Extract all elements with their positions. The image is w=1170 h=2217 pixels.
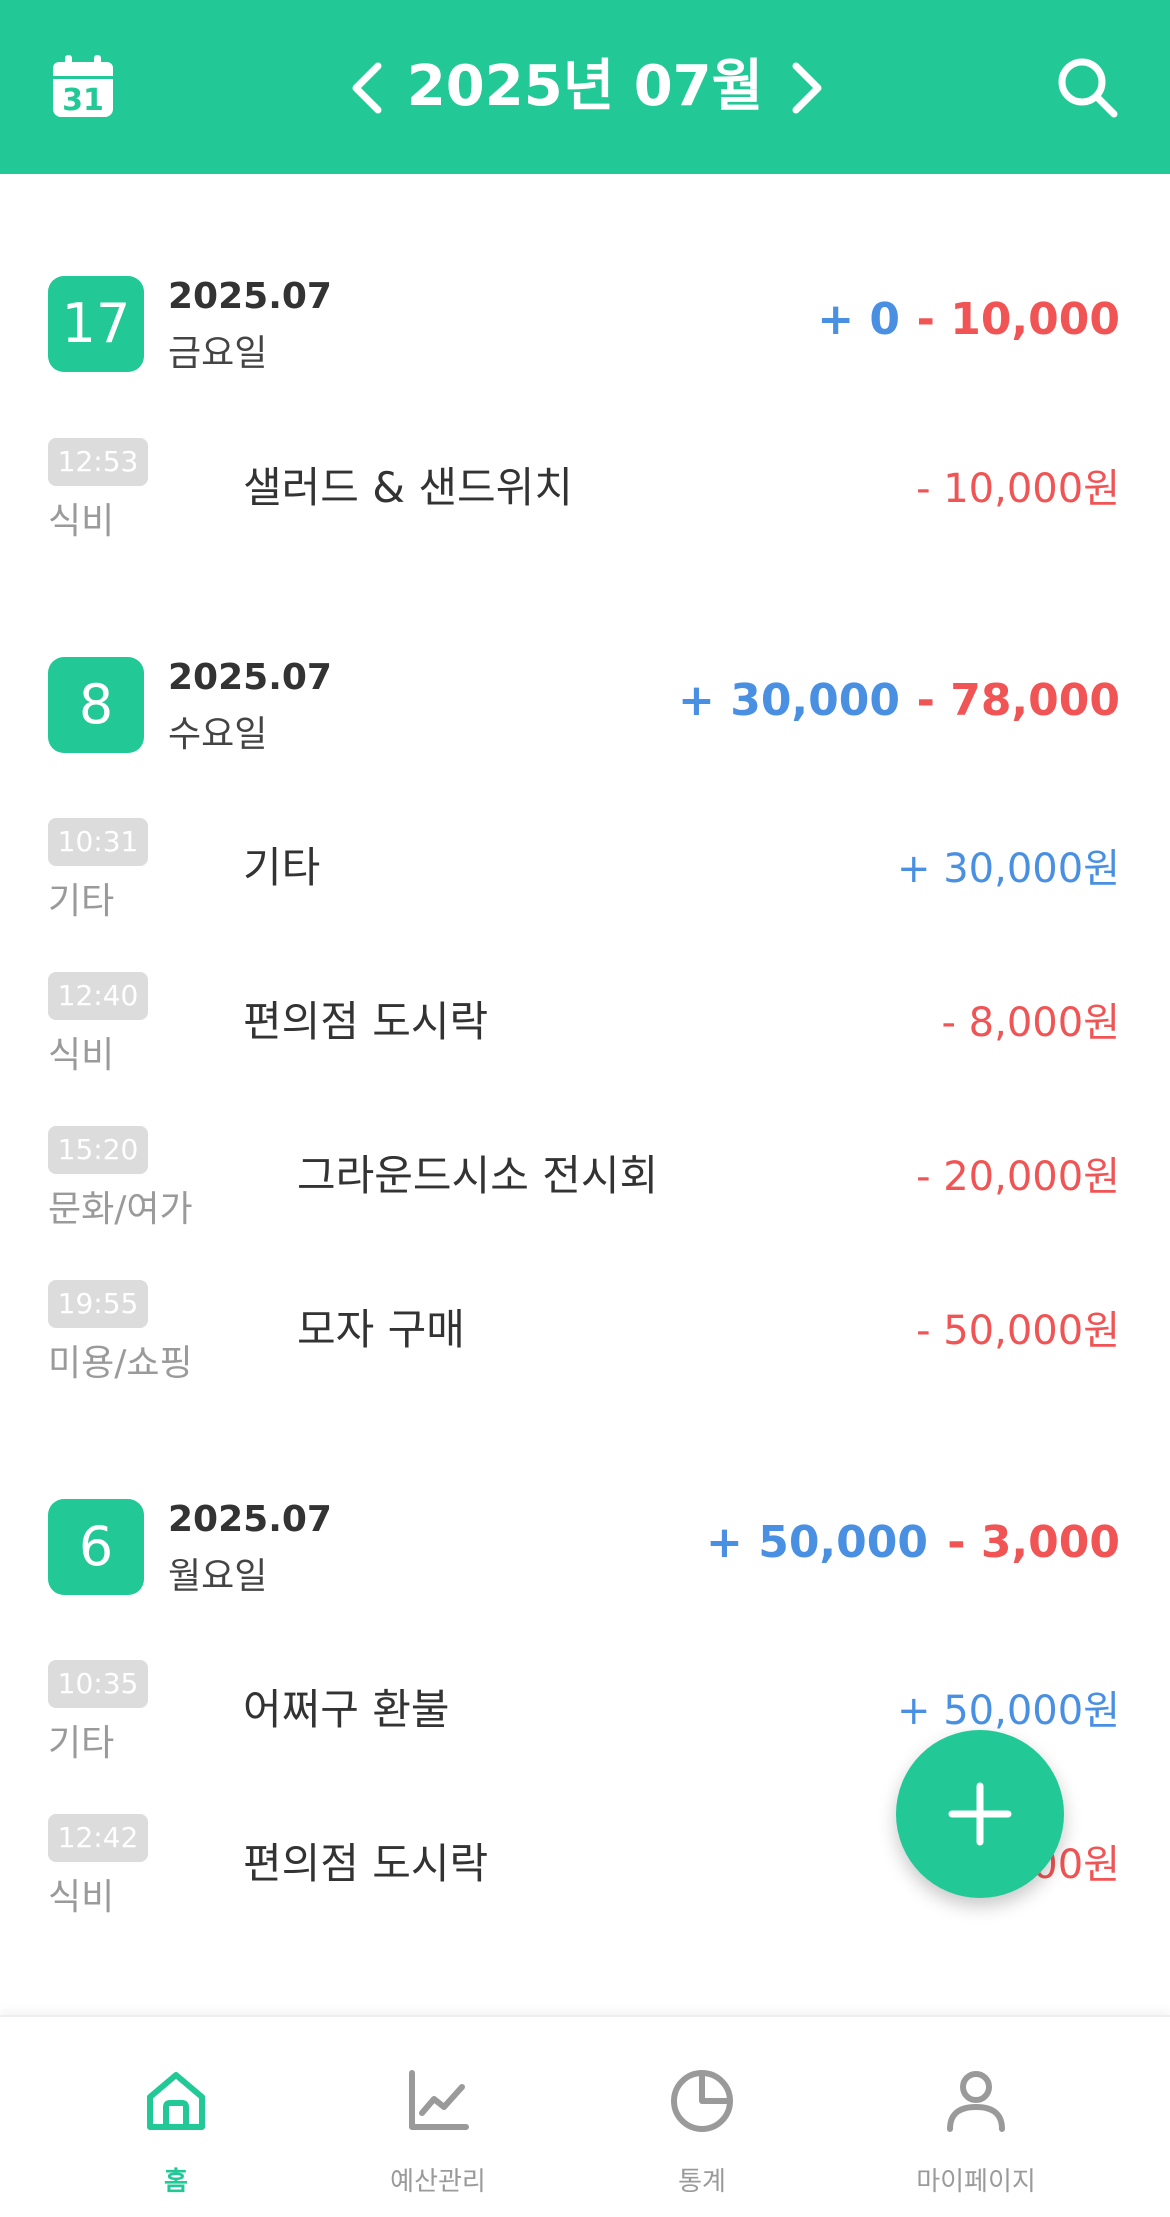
transaction-category: 식비 xyxy=(48,1035,115,1076)
transaction-category: 식비 xyxy=(48,501,115,542)
day-header: 6 2025.07 월요일 + 50,000 - 3,000 xyxy=(0,1495,1170,1597)
calendar-icon[interactable]: 31 xyxy=(50,54,116,120)
nav-home[interactable]: 홈 xyxy=(66,2017,286,2217)
transaction-row[interactable]: 12:53 식비 샐러드 & 샌드위치 - 10,000원 xyxy=(0,438,1170,548)
nav-label: 예산관리 xyxy=(390,2167,486,2197)
transaction-row[interactable]: 12:40 식비 편의점 도시락 - 8,000원 xyxy=(0,972,1170,1082)
transaction-time: 12:53 xyxy=(48,438,148,486)
add-transaction-button[interactable] xyxy=(896,1730,1064,1898)
day-year-month: 2025.07 xyxy=(168,1499,332,1540)
transaction-amount: + 50,000원 xyxy=(897,1688,1120,1734)
transaction-title: 그라운드시소 전시회 xyxy=(297,1151,659,1200)
day-year-month: 2025.07 xyxy=(168,657,332,698)
day-year-month: 2025.07 xyxy=(168,276,332,317)
day-header: 8 2025.07 수요일 + 30,000 - 78,000 xyxy=(0,653,1170,755)
transaction-amount: - 20,000원 xyxy=(916,1154,1120,1200)
day-weekday: 월요일 xyxy=(168,1556,268,1597)
transaction-title: 어쩌구 환불 xyxy=(243,1685,450,1734)
svg-text:31: 31 xyxy=(62,83,104,118)
transaction-title: 모자 구매 xyxy=(297,1305,465,1354)
transaction-amount: - 50,000원 xyxy=(916,1308,1120,1354)
transaction-row[interactable]: 19:55 미용/쇼핑 모자 구매 - 50,000원 xyxy=(0,1280,1170,1390)
day-expense-total: - 10,000 xyxy=(916,294,1120,345)
day-weekday: 수요일 xyxy=(168,714,268,755)
transaction-category: 미용/쇼핑 xyxy=(48,1343,193,1384)
transaction-row[interactable]: 10:31 기타 기타 + 30,000원 xyxy=(0,818,1170,928)
transaction-amount: - 8,000원 xyxy=(941,1000,1120,1046)
day-expense-total: - 3,000 xyxy=(947,1517,1120,1568)
day-income-total: + 50,000 xyxy=(706,1517,928,1568)
nav-label: 홈 xyxy=(164,2167,188,2197)
user-icon xyxy=(947,2071,1005,2132)
home-icon xyxy=(147,2072,205,2130)
line-chart-icon xyxy=(409,2070,469,2130)
transaction-time: 12:42 xyxy=(48,1814,148,1862)
top-app-bar: 31 2025년 07월 xyxy=(0,0,1170,174)
day-header: 17 2025.07 금요일 + 0 - 10,000 xyxy=(0,272,1170,374)
day-expense-total: - 78,000 xyxy=(916,675,1120,726)
transaction-time: 19:55 xyxy=(48,1280,148,1328)
transaction-category: 식비 xyxy=(48,1877,115,1918)
nav-label: 마이페이지 xyxy=(916,2167,1036,2197)
search-icon[interactable] xyxy=(1054,54,1120,120)
transaction-category: 기타 xyxy=(48,1723,115,1764)
day-badge: 8 xyxy=(48,657,144,753)
bottom-navigation: 홈 예산관리 통계 마이페이지 xyxy=(0,2015,1170,2217)
transaction-time: 10:31 xyxy=(48,818,148,866)
pie-chart-icon xyxy=(671,2070,733,2132)
nav-budget[interactable]: 예산관리 xyxy=(328,2017,548,2217)
nav-mypage[interactable]: 마이페이지 xyxy=(866,2017,1086,2217)
day-badge: 6 xyxy=(48,1499,144,1595)
day-income-total: + 30,000 xyxy=(678,675,900,726)
chevron-left-icon[interactable] xyxy=(344,60,394,116)
transaction-title: 편의점 도시락 xyxy=(243,1839,489,1888)
transaction-title: 기타 xyxy=(243,843,321,892)
transaction-amount: + 30,000원 xyxy=(897,846,1120,892)
day-weekday: 금요일 xyxy=(168,333,268,374)
transaction-title: 편의점 도시락 xyxy=(243,997,489,1046)
transaction-category: 기타 xyxy=(48,881,115,922)
nav-statistics[interactable]: 통계 xyxy=(592,2017,812,2217)
transaction-time: 10:35 xyxy=(48,1660,148,1708)
transaction-time: 12:40 xyxy=(48,972,148,1020)
transaction-title: 샐러드 & 샌드위치 xyxy=(243,463,573,512)
transaction-amount: - 10,000원 xyxy=(916,466,1120,512)
transaction-category: 문화/여가 xyxy=(48,1189,193,1230)
plus-icon xyxy=(948,1782,1012,1846)
month-title[interactable]: 2025년 07월 xyxy=(400,52,770,122)
nav-label: 통계 xyxy=(678,2167,726,2197)
chevron-right-icon[interactable] xyxy=(780,60,830,116)
day-income-total: + 0 xyxy=(817,294,900,345)
transaction-row[interactable]: 15:20 문화/여가 그라운드시소 전시회 - 20,000원 xyxy=(0,1126,1170,1236)
transaction-time: 15:20 xyxy=(48,1126,148,1174)
day-badge: 17 xyxy=(48,276,144,372)
